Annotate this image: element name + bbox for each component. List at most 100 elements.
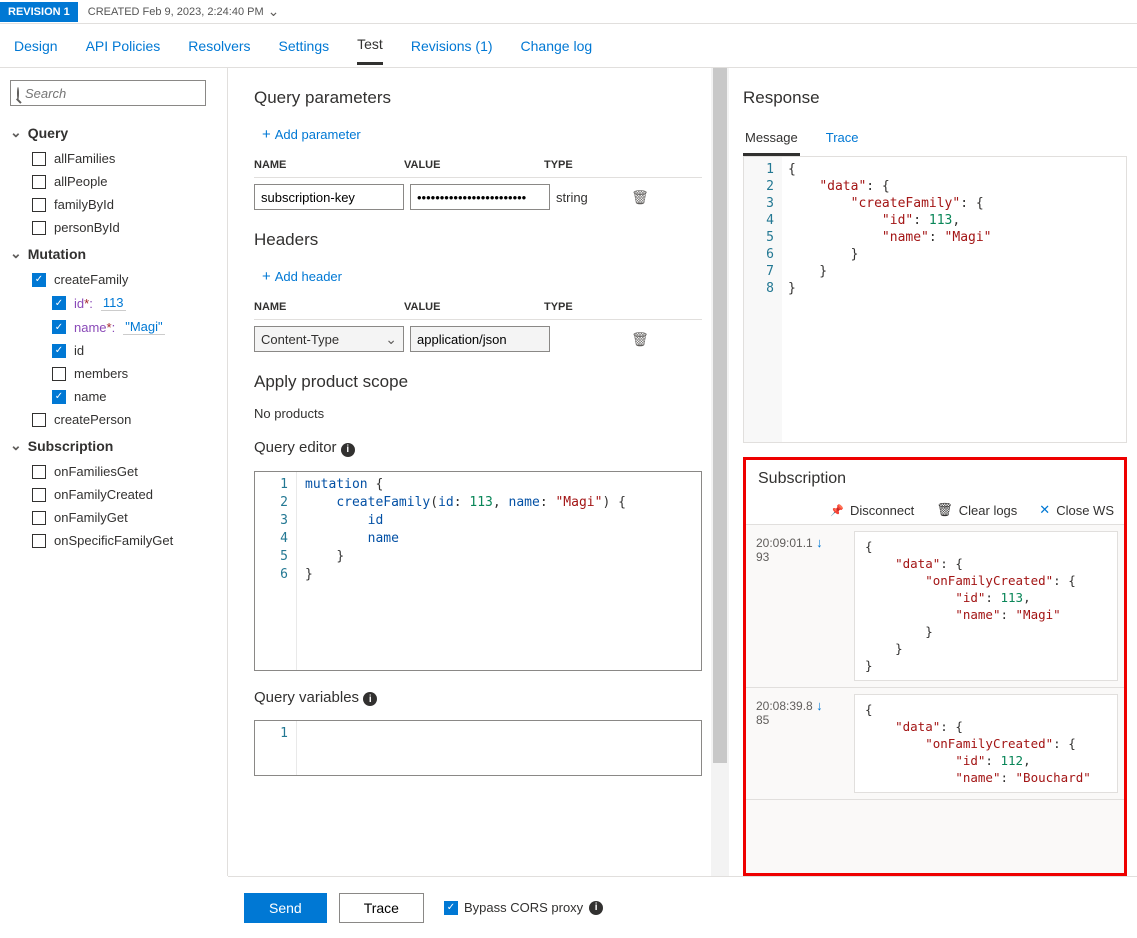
editor-title: Query editor i — [254, 439, 702, 457]
tree-mutation-title: Mutation — [28, 246, 86, 262]
scope-title: Apply product scope — [254, 372, 702, 392]
tree-subscription-header[interactable]: Subscription — [10, 431, 217, 460]
tree-item-familybyid[interactable]: familyById — [10, 193, 217, 216]
response-title: Response — [743, 88, 1127, 108]
checkbox[interactable]: ✓ — [52, 320, 66, 334]
tab-resolvers[interactable]: Resolvers — [188, 28, 250, 64]
tab-changelog[interactable]: Change log — [521, 28, 593, 64]
qp-name-input[interactable] — [254, 184, 404, 210]
vars-title: Query variables i — [254, 689, 702, 707]
tree-item-allpeople[interactable]: allPeople — [10, 170, 217, 193]
tab-revisions[interactable]: Revisions (1) — [411, 28, 493, 64]
checkbox[interactable] — [32, 198, 46, 212]
bottom-bar: Send Trace ✓ Bypass CORS proxy i — [228, 876, 1137, 938]
header-value-input[interactable] — [410, 326, 550, 352]
revision-bar: REVISION 1 CREATED Feb 9, 2023, 2:24:40 … — [0, 0, 1137, 24]
trash-icon — [936, 502, 953, 518]
trace-button[interactable]: Trace — [339, 893, 424, 923]
tree-item-createfamily[interactable]: ✓createFamily — [10, 268, 217, 291]
revision-created[interactable]: CREATED Feb 9, 2023, 2:24:40 PM — [78, 0, 290, 24]
search-box[interactable] — [10, 80, 206, 106]
checkbox[interactable]: ✓ — [444, 901, 458, 915]
response-code: { "data": { "createFamily": { "id": 113,… — [782, 157, 1126, 442]
checkbox[interactable]: ✓ — [52, 344, 66, 358]
checkbox[interactable]: ✓ — [32, 273, 46, 287]
checkbox[interactable] — [32, 465, 46, 479]
editor-body[interactable]: mutation { createFamily(id: 113, name: "… — [297, 472, 701, 670]
param-value-input[interactable]: "Magi" — [123, 319, 164, 335]
tree-param-name[interactable]: ✓name*: "Magi" — [48, 315, 217, 339]
arrow-down-icon: ↓ — [816, 535, 823, 550]
tree-item-onfamilyget[interactable]: onFamilyGet — [10, 506, 217, 529]
qp-value-input[interactable] — [410, 184, 550, 210]
arrow-down-icon: ↓ — [816, 698, 823, 713]
tab-message[interactable]: Message — [743, 122, 800, 156]
info-icon[interactable]: i — [363, 692, 377, 706]
tree-item-onspecificfamilyget[interactable]: onSpecificFamilyGet — [10, 529, 217, 552]
clear-logs-button[interactable]: Clear logs — [936, 502, 1017, 518]
chevron-down-icon — [10, 437, 22, 454]
log-row: 20:09:01.1 ↓93{ "data": { "onFamilyCreat… — [746, 525, 1124, 688]
tree-query-header[interactable]: Query — [10, 118, 217, 147]
tree-field-name[interactable]: ✓name — [48, 385, 217, 408]
close-icon — [1039, 502, 1050, 518]
table-row: Content-Type — [254, 320, 702, 358]
bypass-cors-checkbox[interactable]: ✓ Bypass CORS proxy i — [444, 900, 603, 915]
headers-title: Headers — [254, 230, 702, 250]
tree-field-id[interactable]: ✓id — [48, 339, 217, 362]
add-header-button[interactable]: Add header — [262, 268, 342, 285]
subscription-logs[interactable]: 20:09:01.1 ↓93{ "data": { "onFamilyCreat… — [746, 525, 1124, 873]
tree-subscription-title: Subscription — [28, 438, 114, 454]
info-icon[interactable]: i — [589, 901, 603, 915]
tab-design[interactable]: Design — [14, 28, 58, 64]
trash-icon[interactable] — [626, 331, 654, 348]
search-input[interactable] — [25, 86, 203, 101]
table-row: string — [254, 178, 702, 216]
info-icon[interactable]: i — [341, 443, 355, 457]
tab-test[interactable]: Test — [357, 26, 383, 65]
tab-settings[interactable]: Settings — [279, 28, 330, 64]
scrollbar[interactable] — [711, 68, 729, 876]
editor-gutter: 123456 — [255, 472, 297, 670]
checkbox[interactable] — [32, 534, 46, 548]
tree-field-members[interactable]: members — [48, 362, 217, 385]
plus-icon — [262, 268, 271, 285]
tree-item-createperson[interactable]: createPerson — [10, 408, 217, 431]
tree-item-personbyid[interactable]: personById — [10, 216, 217, 239]
editor-gutter: 1 — [255, 721, 297, 775]
checkbox[interactable] — [52, 367, 66, 381]
tab-api-policies[interactable]: API Policies — [86, 28, 161, 64]
vars-editor[interactable]: 1 — [254, 720, 702, 776]
editor-body[interactable] — [297, 721, 701, 775]
checkbox[interactable] — [32, 175, 46, 189]
checkbox[interactable] — [32, 152, 46, 166]
response-tabs: Message Trace — [743, 122, 1127, 157]
checkbox[interactable]: ✓ — [52, 390, 66, 404]
tree-mutation-header[interactable]: Mutation — [10, 239, 217, 268]
chevron-down-icon — [10, 245, 22, 262]
checkbox[interactable]: ✓ — [52, 296, 66, 310]
checkbox[interactable] — [32, 511, 46, 525]
checkbox[interactable] — [32, 221, 46, 235]
sidebar: Query allFamilies allPeople familyById p… — [0, 68, 228, 876]
tree-item-onfamiliesget[interactable]: onFamiliesGet — [10, 460, 217, 483]
tree-item-allfamilies[interactable]: allFamilies — [10, 147, 217, 170]
param-value-input[interactable]: 113 — [101, 295, 126, 311]
nav-tabs: Design API Policies Resolvers Settings T… — [0, 24, 1137, 68]
tab-trace[interactable]: Trace — [824, 122, 861, 156]
subscription-toolbar: Disconnect Clear logs Close WS — [746, 496, 1124, 525]
header-name-select[interactable]: Content-Type — [254, 326, 404, 352]
query-editor[interactable]: 123456 mutation { createFamily(id: 113, … — [254, 471, 702, 671]
qp-table: NAMEVALUETYPE string — [254, 153, 702, 216]
checkbox[interactable] — [32, 488, 46, 502]
add-parameter-button[interactable]: Add parameter — [262, 126, 361, 143]
send-button[interactable]: Send — [244, 893, 327, 923]
response-gutter: 12345678 — [744, 157, 782, 442]
tree-item-onfamilycreated[interactable]: onFamilyCreated — [10, 483, 217, 506]
close-ws-button[interactable]: Close WS — [1039, 502, 1114, 518]
trash-icon[interactable] — [626, 189, 654, 206]
disconnect-button[interactable]: Disconnect — [830, 502, 914, 518]
checkbox[interactable] — [32, 413, 46, 427]
tree-param-id[interactable]: ✓id*: 113 — [48, 291, 217, 315]
tree-query-title: Query — [28, 125, 68, 141]
